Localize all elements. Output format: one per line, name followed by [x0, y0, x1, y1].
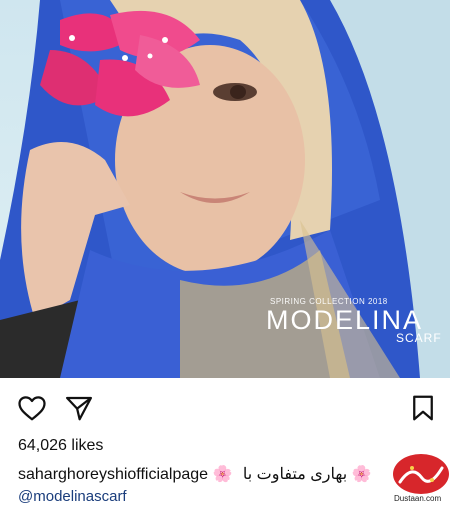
post-caption: saharghoreyshiofficialpage 🌸 بهاری متفاو…	[18, 464, 398, 484]
brand-line2: SCARF	[396, 331, 442, 345]
caption-text: بهاری متفاوت با	[242, 466, 348, 483]
bookmark-icon[interactable]	[408, 393, 438, 423]
likes-count[interactable]: 64,026 likes	[18, 437, 103, 455]
flower-emoji: 🌸	[351, 466, 372, 483]
caption-username[interactable]: saharghoreyshiofficialpage	[18, 466, 208, 483]
mention-link[interactable]: @modelinascarf	[18, 488, 127, 505]
post-action-bar	[0, 378, 450, 434]
watermark-site: Dustaan.com	[394, 494, 442, 503]
heart-icon[interactable]	[17, 393, 47, 423]
paper-plane-icon[interactable]	[64, 393, 94, 423]
flower-emoji: 🌸	[212, 466, 233, 483]
post-photo[interactable]: SPIRING COLLECTION 2018 MODELINA SCARF	[0, 0, 450, 378]
